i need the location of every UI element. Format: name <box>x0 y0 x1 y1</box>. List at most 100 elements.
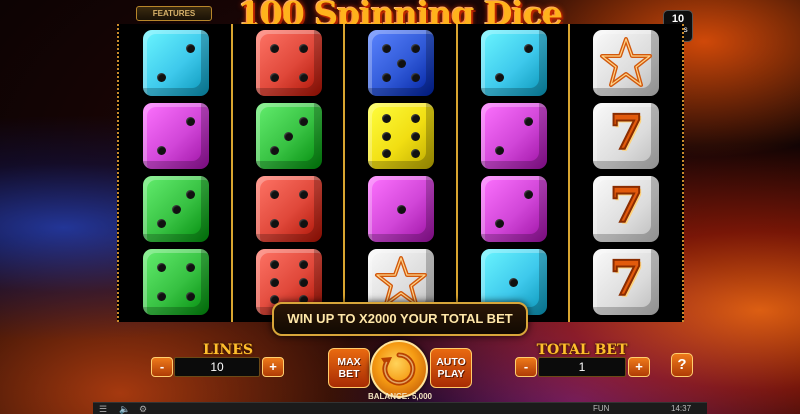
spin-button[interactable] <box>370 340 428 398</box>
die-pip <box>156 292 166 302</box>
die-pip <box>269 43 279 53</box>
clock: 14:37 <box>671 404 692 413</box>
die-pip <box>284 131 294 141</box>
win-banner: WIN UP TO X2000 YOUR TOTAL BET <box>272 302 528 336</box>
die-pip <box>382 131 392 141</box>
max-bet-line1: MAX <box>337 356 361 368</box>
sound-icon[interactable]: 🔈 <box>119 404 130 414</box>
reel-separator <box>343 24 346 322</box>
features-button[interactable]: FEATURES <box>136 6 212 21</box>
die-pip <box>396 58 406 68</box>
auto-play-button[interactable]: AUTO PLAY <box>430 348 472 388</box>
die-pip <box>298 260 308 270</box>
cyan-die-icon <box>143 30 209 96</box>
die-pip <box>269 219 279 229</box>
die-pip <box>186 262 196 272</box>
settings-icon[interactable]: ⚙ <box>139 404 147 414</box>
die-pip <box>411 148 421 158</box>
total-bet-plus-button[interactable]: + <box>628 357 650 377</box>
seven-icon: 7 <box>609 104 644 162</box>
die-pip <box>411 43 421 53</box>
die-pip <box>186 292 196 302</box>
die-pip <box>382 148 392 158</box>
die-pip <box>298 43 308 53</box>
menu-icon[interactable]: ☰ <box>99 404 107 414</box>
total-bet-label: TOTAL BET <box>536 342 628 358</box>
die-pip <box>186 43 196 53</box>
die-pip <box>523 189 533 199</box>
die-pip <box>156 262 166 272</box>
reel-cell-magenta-die <box>480 176 551 244</box>
reel-cell-seven: 7 <box>593 176 663 244</box>
green-die-icon <box>143 176 209 242</box>
max-bet-button[interactable]: MAX BET <box>328 348 370 388</box>
die-pip <box>411 73 421 83</box>
max-bet-line2: BET <box>338 368 360 380</box>
die-pip <box>411 131 421 141</box>
die-pip <box>298 189 308 199</box>
yellow-die-icon <box>368 103 435 169</box>
die-pip <box>298 219 308 229</box>
die-pip <box>382 43 392 53</box>
magenta-die-icon <box>368 176 435 242</box>
reel-cell-red-die <box>255 30 326 98</box>
reel-cell-blue-die <box>368 30 438 98</box>
help-button[interactable]: ? <box>671 353 693 377</box>
die-pip <box>382 73 392 83</box>
reel-cell-seven: 7 <box>593 103 663 171</box>
die-pip <box>298 277 308 287</box>
die-pip <box>156 219 166 229</box>
reel-separator <box>230 24 233 322</box>
die-pip <box>156 73 166 83</box>
reel-cell-cyan-die <box>143 30 213 98</box>
die-pip <box>382 114 392 124</box>
die-pip <box>494 73 504 83</box>
die-pip <box>171 204 181 214</box>
red-die-icon <box>255 176 322 242</box>
die-pip <box>269 146 279 156</box>
reel-cell-cyan-die <box>480 30 551 98</box>
die-pip <box>396 204 406 214</box>
balance-display: BALANCE: 5,000 <box>367 392 432 401</box>
lines-value: 10 <box>174 357 260 377</box>
reel-cell-magenta-die <box>480 103 551 171</box>
reel-grid: 7 7 7 <box>117 24 684 322</box>
mode-label: FUN <box>593 404 610 413</box>
star-icon <box>600 37 653 87</box>
die-pip <box>269 189 279 199</box>
die-pip <box>509 277 519 287</box>
lines-label: LINES <box>203 342 253 358</box>
auto-play-line1: AUTO <box>436 356 466 368</box>
reel-cell-red-die <box>255 176 326 244</box>
lines-minus-button[interactable]: - <box>151 357 173 377</box>
die-pip <box>186 116 196 126</box>
green-die-icon <box>255 103 322 169</box>
die-pip <box>494 146 504 156</box>
die-pip <box>411 114 421 124</box>
total-bet-value: 1 <box>538 357 626 377</box>
die-pip <box>523 43 533 53</box>
bottom-bar: ☰ 🔈 ⚙ FUN 14:37 <box>93 402 707 414</box>
reel-cell-seven: 7 <box>593 249 663 317</box>
die-pip <box>298 73 308 83</box>
die-pip <box>156 146 166 156</box>
seven-icon: 7 <box>609 177 644 235</box>
die-pip <box>523 116 533 126</box>
reel-cell-green-die <box>255 103 326 171</box>
die-pip <box>269 260 279 270</box>
spin-icon <box>381 352 416 386</box>
reel-cell-star <box>593 30 663 98</box>
blue-die-icon <box>368 30 435 96</box>
reel-cell-magenta-die <box>143 103 213 171</box>
green-die-icon <box>143 249 209 315</box>
magenta-die-icon <box>480 103 547 169</box>
magenta-die-icon <box>143 103 209 169</box>
magenta-die-icon <box>480 176 547 242</box>
reel-cell-magenta-die <box>368 176 438 244</box>
reel-cell-green-die <box>143 249 213 317</box>
lines-plus-button[interactable]: + <box>262 357 284 377</box>
reel-separator <box>455 24 458 322</box>
total-bet-minus-button[interactable]: - <box>515 357 537 377</box>
die-pip <box>269 277 279 287</box>
seven-icon: 7 <box>609 250 644 308</box>
